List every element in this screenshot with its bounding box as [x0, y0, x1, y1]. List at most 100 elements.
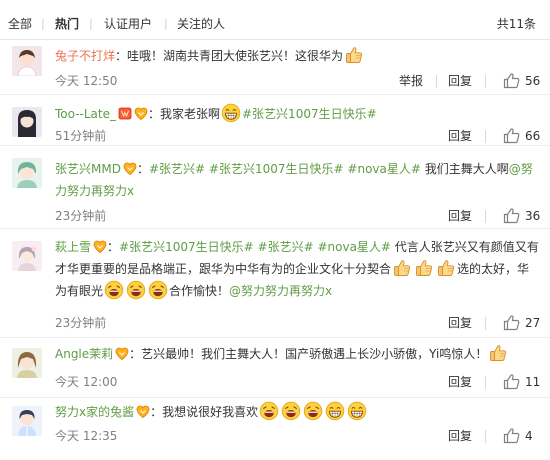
comment-content: ：我家老张啊 — [147, 107, 220, 121]
comment-timestamp: 23分钟前 — [55, 316, 107, 330]
report-button[interactable]: 举报 — [399, 73, 423, 89]
topic-link[interactable]: #张艺兴1007生日快乐# — [242, 107, 377, 121]
comment-meta: 23分钟前 回复 27 — [55, 314, 540, 331]
comment-item: 兔子不打烊：哇哦！湖南共青团大使张艺兴！这很华为 今天 12:50 举报 回复 … — [0, 40, 550, 95]
topic-link[interactable]: #张艺兴1007生日快乐# — [209, 162, 344, 176]
yellow-fan-badge-icon — [136, 405, 150, 418]
yellow-fan-badge-icon — [93, 240, 107, 253]
comment-timestamp: 今天 12:35 — [55, 429, 118, 443]
reply-button[interactable]: 回复 — [448, 73, 472, 89]
yellow-fan-badge-icon — [134, 107, 148, 120]
filter-tab-all[interactable]: 全部 — [8, 17, 32, 31]
comment-username[interactable]: Too--Late_ — [55, 107, 116, 121]
thumbs-up-icon[interactable] — [503, 207, 520, 224]
action-divider — [485, 210, 486, 223]
like-count: 56 — [525, 74, 541, 88]
thumbs-up-emoji-icon — [392, 258, 412, 278]
thumbs-up-icon[interactable] — [503, 127, 520, 144]
comment-content: ：艺兴最帅！我们主舞大人！国产骄傲遇上长沙小骄傲，Yi鸣惊人！ — [129, 347, 488, 361]
comment-username[interactable]: 努力x家的兔酱 — [55, 405, 134, 419]
mention-link[interactable]: @努力努力再努力x — [229, 284, 332, 298]
reply-button[interactable]: 回复 — [448, 128, 472, 144]
comment-username[interactable]: Angle茉莉 — [55, 347, 113, 361]
comment-meta: 今天 12:35 回复 4 — [55, 428, 536, 444]
comment-timestamp: 23分钟前 — [55, 209, 107, 223]
comment-timestamp: 今天 12:50 — [55, 74, 118, 88]
comment-text: Too--Late_ ：我家老张啊 #张艺兴1007生日快乐# — [55, 103, 540, 125]
comment-item: 努力x家的兔酱 ：我想说很好我喜欢 今天 12:35 回复 4 — [0, 398, 550, 460]
comment-content: ：哇哦！湖南共青团大使张艺兴！这很华为 — [115, 49, 344, 63]
avatar[interactable] — [12, 107, 42, 137]
like-count: 66 — [525, 129, 541, 143]
action-divider — [485, 75, 486, 88]
reply-button[interactable]: 回复 — [448, 208, 472, 224]
comment-content: 我们主舞大人啊 — [420, 162, 509, 176]
comment-total-count: 共11条 — [496, 17, 536, 31]
comment-content: 选的 — [457, 262, 482, 276]
topic-link[interactable]: #张艺兴# — [149, 162, 205, 176]
comment-username[interactable]: 萩上雪 — [55, 240, 91, 254]
action-divider — [485, 130, 486, 143]
comment-content: ： — [136, 162, 149, 176]
comment-text: 萩上雪 ：#张艺兴1007生日快乐# #张艺兴# #nova星人# 代言人张艺兴又… — [55, 236, 540, 302]
topic-link[interactable]: #nova星人# — [317, 240, 391, 254]
red-vip-badge-icon — [118, 107, 132, 120]
laughing-emoji-icon — [303, 401, 323, 421]
comment-timestamp: 51分钟前 — [55, 129, 107, 143]
action-divider — [436, 75, 437, 88]
thumbs-up-icon[interactable] — [503, 314, 520, 331]
comment-item: 张艺兴MMD ：#张艺兴# #张艺兴1007生日快乐# #nova星人# 我们主舞… — [0, 146, 550, 229]
comment-meta: 今天 12:00 回复 11 — [55, 373, 540, 390]
comment-meta: 今天 12:50 举报 回复 56 — [55, 72, 540, 89]
comment-username[interactable]: 张艺兴MMD — [55, 162, 121, 176]
action-divider — [485, 430, 486, 443]
avatar[interactable] — [12, 241, 42, 271]
laughing-emoji-icon — [126, 280, 146, 300]
comment-content: 代言人张艺兴又有颜值 — [390, 240, 515, 254]
topic-link[interactable]: #张艺兴# — [258, 240, 314, 254]
laughing-emoji-icon — [281, 401, 301, 421]
comment-meta: 51分钟前 回复 66 — [55, 127, 540, 144]
thumbs-up-emoji-icon — [414, 258, 434, 278]
comment-item: Too--Late_ ：我家老张啊 #张艺兴1007生日快乐# 51分钟前 回复 6… — [0, 95, 550, 146]
yellow-fan-badge-icon — [115, 347, 129, 360]
filter-divider: | — [164, 17, 168, 30]
action-divider — [485, 376, 486, 389]
filter-tab-verified[interactable]: 认证用户 — [104, 17, 152, 31]
laughing-emoji-icon — [104, 280, 124, 300]
grinning-emoji-icon — [221, 103, 241, 123]
like-count: 4 — [525, 429, 533, 443]
filter-tab-following[interactable]: 关注的人 — [177, 17, 225, 31]
grinning-emoji-icon — [347, 401, 367, 421]
avatar[interactable] — [12, 46, 42, 76]
reply-button[interactable]: 回复 — [448, 374, 472, 390]
avatar[interactable] — [12, 406, 42, 436]
comment-item: Angle茉莉 ：艺兴最帅！我们主舞大人！国产骄傲遇上长沙小骄傲，Yi鸣惊人！ 今… — [0, 338, 550, 398]
thumbs-up-icon[interactable] — [503, 427, 520, 444]
comment-text: 张艺兴MMD ：#张艺兴# #张艺兴1007生日快乐# #nova星人# 我们主舞… — [55, 158, 540, 202]
laughing-emoji-icon — [259, 401, 279, 421]
avatar[interactable] — [12, 348, 42, 378]
grinning-emoji-icon — [325, 401, 345, 421]
comment-timestamp: 今天 12:00 — [55, 375, 118, 389]
comment-filter-bar: 全部 | 热门 | 认证用户 | 关注的人 共11条 — [0, 0, 550, 40]
thumbs-up-icon[interactable] — [503, 373, 520, 390]
filter-tab-hot[interactable]: 热门 — [55, 17, 79, 31]
filter-divider: | — [41, 17, 45, 30]
comment-text: 兔子不打烊：哇哦！湖南共青团大使张艺兴！这很华为 — [55, 45, 540, 67]
topic-link[interactable]: #nova星人# — [347, 162, 421, 176]
like-count: 36 — [525, 209, 541, 223]
comment-username[interactable]: 兔子不打烊 — [55, 49, 115, 63]
comment-item: 萩上雪 ：#张艺兴1007生日快乐# #张艺兴# #nova星人# 代言人张艺兴又… — [0, 229, 550, 338]
thumbs-up-emoji-icon — [488, 343, 508, 363]
topic-link[interactable]: #张艺兴1007生日快乐# — [119, 240, 254, 254]
avatar[interactable] — [12, 158, 42, 188]
action-divider — [485, 317, 486, 330]
reply-button[interactable]: 回复 — [448, 315, 472, 331]
comment-content: 合作愉快！ — [169, 284, 230, 298]
reply-button[interactable]: 回复 — [448, 428, 472, 444]
thumbs-up-icon[interactable] — [503, 72, 520, 89]
filter-divider: | — [89, 17, 93, 30]
like-count: 11 — [525, 375, 541, 389]
comment-text: 努力x家的兔酱 ：我想说很好我喜欢 — [55, 401, 540, 423]
